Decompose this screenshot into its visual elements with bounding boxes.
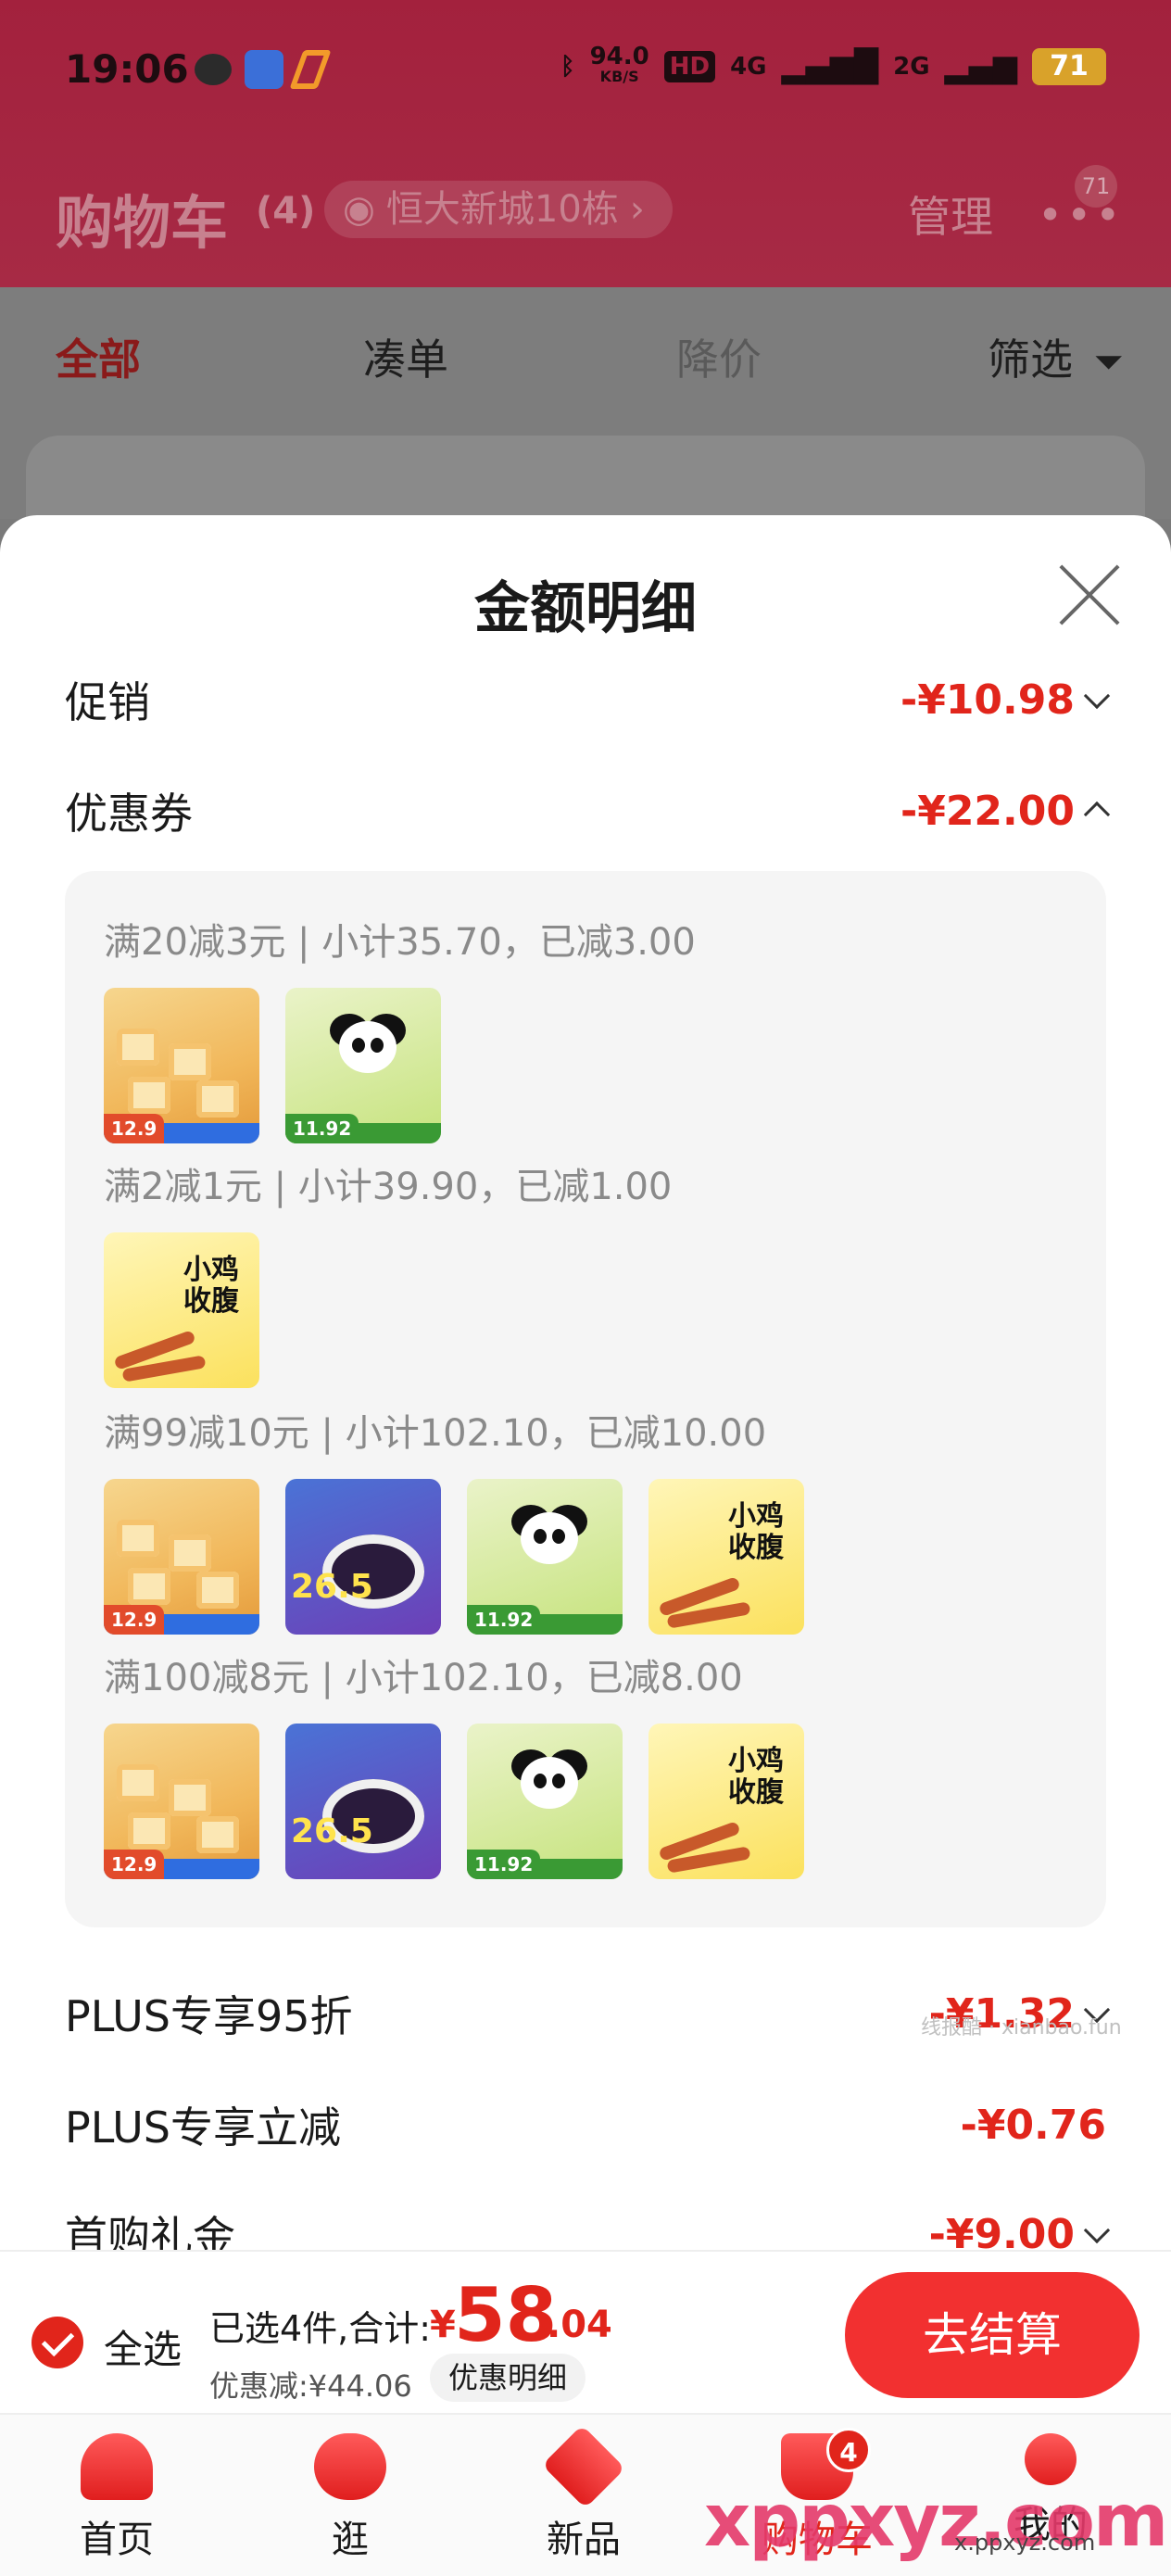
discount-detail-button[interactable]: 优惠明细	[430, 2354, 586, 2402]
summary-label: 已选4件,合计:	[209, 2308, 432, 2349]
chevron-up-icon	[1083, 801, 1111, 828]
nav-new[interactable]: 新品	[500, 2424, 667, 2563]
filter-icon: ⏷	[1093, 341, 1124, 384]
tab-bundle[interactable]: 凑单	[363, 326, 448, 387]
row-label: PLUS专享95折	[65, 1991, 353, 2041]
net-speed: 94.0 KB/S	[589, 43, 649, 85]
watermark-sub: x.ppxyz.com	[954, 2530, 1096, 2556]
battery-icon: 71	[1032, 48, 1106, 85]
tab-filter[interactable]: 筛选 ⏷	[988, 326, 1124, 387]
sheet-title: 金额明细	[474, 576, 697, 641]
signal-4g-icon: 4G	[730, 53, 767, 81]
baidu-icon	[245, 50, 283, 89]
chicken-snack-image[interactable]: 小鸡收腹	[648, 1479, 804, 1635]
chevron-down-icon	[1083, 682, 1111, 710]
discount-label: 优惠减:¥44.06	[209, 2368, 412, 2404]
status-bar: 19:06 ᛒ 94.0 KB/S HD 4G ▂▄▆█ 2G ▂▄▆ 71	[0, 37, 1171, 102]
coupon-group-title: 满99减10元 | 小计102.10，已减10.00	[104, 1412, 767, 1455]
row-value: -¥22.00	[900, 787, 1075, 835]
row-value: -¥10.98	[900, 676, 1075, 724]
profile-icon	[1025, 2433, 1077, 2485]
cart-badge: 4	[826, 2428, 871, 2472]
row-plus-cut: PLUS专享立减 -¥0.76	[65, 2092, 1106, 2157]
total-currency: ¥	[430, 2304, 456, 2346]
watermark: xppxyz.com	[704, 2480, 1168, 2563]
total-integer: 58	[454, 2272, 558, 2358]
page-title: 购物车	[56, 189, 229, 257]
wechat-icon	[195, 54, 232, 85]
select-all-checkbox[interactable]	[31, 2317, 83, 2368]
tab-all[interactable]: 全部	[56, 326, 141, 387]
row-value: -¥0.76	[960, 2101, 1106, 2149]
signal-2g-icon: 2G	[893, 53, 930, 81]
cake-product-image[interactable]: 12.9	[104, 1479, 259, 1635]
chicken-snack-image[interactable]: 小鸡收腹	[648, 1724, 804, 1879]
chevron-down-icon	[1083, 2216, 1111, 2244]
hd-icon: HD	[663, 51, 716, 82]
coupon-group-title: 满20减3元 | 小计35.70，已减3.00	[104, 921, 696, 964]
row-label: 优惠券	[65, 789, 193, 839]
location-text: 恒大新城10栋	[385, 188, 619, 231]
row-coupon[interactable]: 优惠券 -¥22.00	[65, 778, 1111, 843]
checkout-bar: 全选 已选4件,合计: ¥ 58 .04 优惠减:¥44.06 优惠明细 去结算	[0, 2250, 1171, 2413]
browse-icon	[314, 2433, 386, 2500]
app-icon	[289, 50, 332, 89]
row-label: 促销	[65, 677, 150, 727]
watermark-small: 线报酷 · xianbao.fun	[921, 2016, 1122, 2039]
bluetooth-icon: ᛒ	[560, 53, 575, 81]
coupon-group-title: 满100减8元 | 小计102.10，已减8.00	[104, 1657, 743, 1699]
chevron-right-icon: ›	[629, 188, 645, 231]
row-promo[interactable]: 促销 -¥10.98	[65, 667, 1111, 732]
plum-product-image[interactable]: 26.5	[285, 1479, 441, 1635]
coupon-detail-box: 满20减3元 | 小计35.70，已减3.00 12.9 11.92 满2减1元…	[65, 871, 1106, 1927]
signal-bars-icon: ▂▄▆	[944, 48, 1017, 85]
manage-button[interactable]: 管理	[908, 183, 993, 245]
checkout-button[interactable]: 去结算	[845, 2272, 1140, 2398]
close-icon[interactable]	[1056, 562, 1123, 628]
cart-count: (4)	[256, 190, 316, 233]
row-label: PLUS专享立减	[65, 2102, 341, 2153]
plum-product-image[interactable]: 26.5	[285, 1724, 441, 1879]
panda-product-image[interactable]: 11.92	[285, 988, 441, 1143]
select-all-label[interactable]: 全选	[104, 2318, 182, 2375]
nav-browse[interactable]: 逛	[267, 2433, 434, 2563]
nav-home[interactable]: 首页	[33, 2433, 200, 2563]
home-icon	[81, 2433, 153, 2500]
cake-product-image[interactable]: 12.9	[104, 1724, 259, 1879]
tab-price-drop[interactable]: 降价	[676, 326, 762, 387]
panda-product-image[interactable]: 11.92	[467, 1724, 623, 1879]
cake-product-image[interactable]: 12.9	[104, 988, 259, 1143]
signal-bars-icon: ▂▄▆█	[781, 48, 879, 85]
panda-product-image[interactable]: 11.92	[467, 1479, 623, 1635]
coupon-group-title: 满2减1元 | 小计39.90，已减1.00	[104, 1166, 673, 1208]
location-selector[interactable]: ◉ 恒大新城10栋 ›	[324, 181, 673, 238]
eye-icon: ◉	[343, 188, 375, 231]
status-time: 19:06	[65, 46, 189, 92]
chicken-snack-image[interactable]: 小鸡收腹	[104, 1232, 259, 1388]
total-decimal: .04	[547, 2304, 612, 2346]
new-products-icon	[541, 2424, 626, 2509]
message-badge: 71	[1075, 165, 1117, 208]
